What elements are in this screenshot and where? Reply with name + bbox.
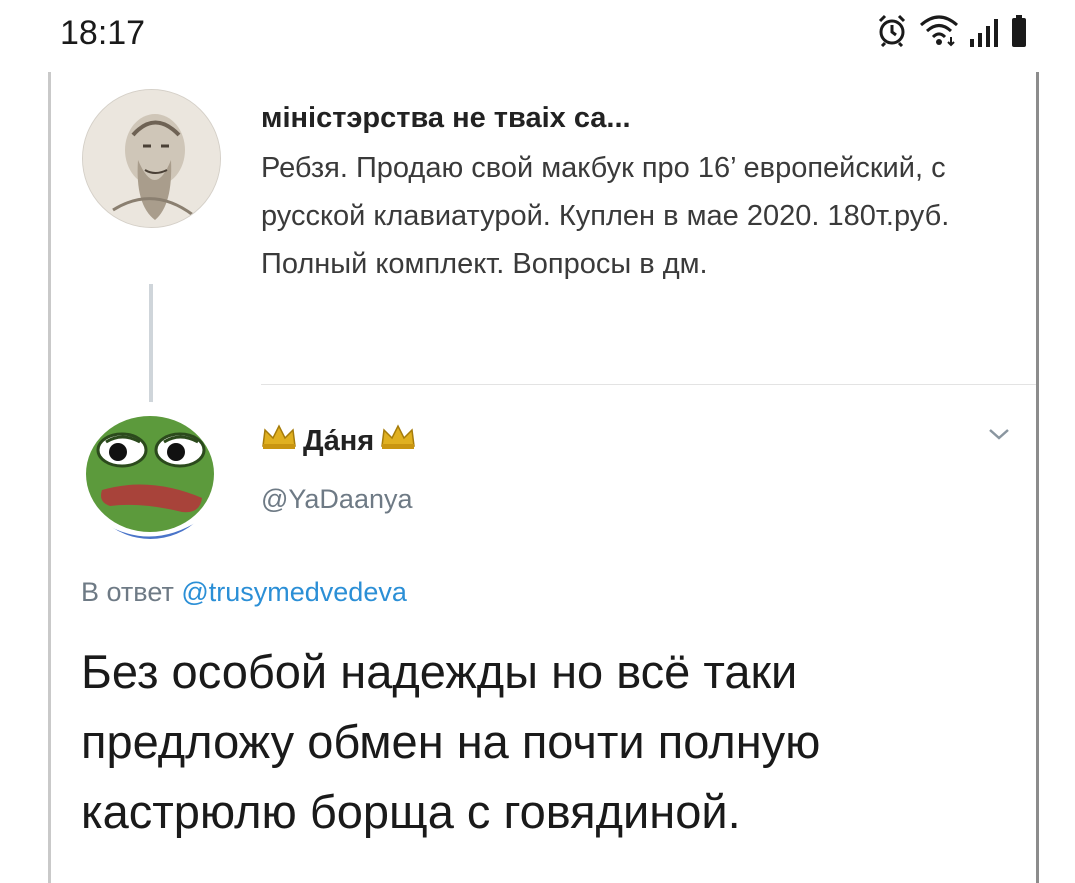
parent-author-name[interactable]: міністэрства не тваіх са...: [261, 102, 631, 135]
reply-tweet-text: Без особой надежды но всё таки предложу …: [81, 645, 821, 838]
status-bar: 18:17: [0, 0, 1075, 70]
reply-context: В ответ @trusymedvedeva: [81, 577, 407, 608]
reply-author-name-text: Да́ня: [303, 424, 375, 457]
tweet-thread-card: міністэрства не тваіх са... Ребзя. Прода…: [48, 72, 1039, 883]
parent-tweet-text: Ребзя. Продаю свой макбук про 16’ европе…: [261, 152, 950, 280]
reply-author-handle[interactable]: @YaDaanya: [261, 484, 413, 515]
signal-icon: [969, 17, 1001, 52]
crown-icon: [261, 424, 297, 458]
chevron-down-icon[interactable]: [987, 424, 1011, 444]
battery-icon: [1011, 15, 1027, 52]
reply-to-handle-link[interactable]: @trusymedvedeva: [181, 577, 407, 607]
reply-author-name[interactable]: Да́ня: [261, 424, 416, 458]
avatar-parent-author[interactable]: [82, 89, 221, 228]
divider: [261, 384, 1036, 385]
crown-icon: [380, 424, 416, 458]
status-icons: [875, 13, 1027, 52]
status-time: 18:17: [60, 14, 146, 52]
wifi-icon: [919, 13, 959, 52]
avatar-reply-author[interactable]: [82, 402, 219, 539]
reply-prefix: В ответ: [81, 577, 174, 607]
alarm-icon: [875, 13, 909, 52]
